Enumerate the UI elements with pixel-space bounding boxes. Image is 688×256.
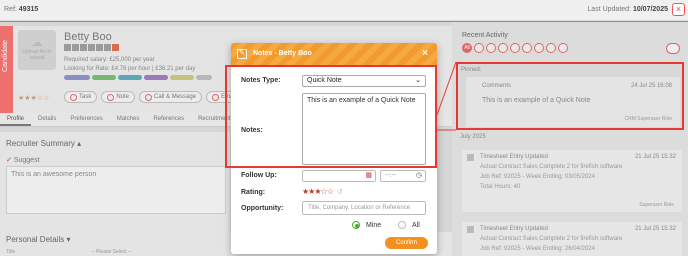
recruiter-summary-title[interactable]: Recruiter Summary ▴ (6, 139, 81, 148)
timesheet-icon (467, 154, 474, 161)
radio-dot (398, 221, 406, 229)
highlight-box (225, 65, 437, 168)
activity-item[interactable]: Timesheet Entry Updated 21 Jul 25 15:32 … (462, 150, 682, 212)
filter-all[interactable]: All (462, 43, 472, 53)
tab-preferences[interactable]: Preferences (63, 113, 109, 126)
note-button[interactable]: Note (101, 91, 136, 103)
activity-item[interactable]: Timesheet Entry Updated 21 Jul 25 15:32 … (462, 222, 682, 256)
social-icons (64, 44, 119, 51)
close-icon[interactable]: × (672, 3, 685, 16)
follow-up-time[interactable]: --:-- ◷ (380, 170, 426, 182)
tab-details[interactable]: Details (31, 113, 63, 126)
candidate-side-tab[interactable]: Candidate (0, 26, 13, 114)
recent-activity-title: Recent Activity (462, 32, 508, 39)
note-icon (107, 93, 115, 101)
suggest-button[interactable]: ✓ Suggest (6, 156, 40, 164)
history-icon[interactable]: ↺ (337, 189, 343, 196)
call-button[interactable]: Call & Message (139, 91, 203, 103)
personal-details-title[interactable]: Personal Details ▾ (6, 235, 71, 244)
tag-pills (64, 75, 212, 80)
reference: Ref: 49315 (4, 6, 39, 13)
tab-matches[interactable]: Matches (110, 113, 147, 126)
filter-document-icon[interactable] (534, 43, 544, 53)
pinned-note-type: Comments (482, 83, 512, 89)
phone-icon (145, 93, 153, 101)
tab-references[interactable]: References (146, 113, 191, 126)
follow-up-label: Follow Up: (241, 172, 277, 179)
opportunity-input[interactable]: Title, Company, Location or Reference (302, 201, 426, 215)
follow-up-date[interactable]: ▦ (302, 170, 376, 182)
candidate-rating: ★★★☆☆ (18, 95, 50, 102)
pinned-label: Pinned: (461, 67, 482, 73)
email-icon (212, 93, 220, 101)
task-icon (70, 93, 77, 101)
opportunity-label: Opportunity: (241, 205, 284, 212)
upload-photo[interactable]: ☁ Upload file to upload (18, 30, 56, 70)
rating-label: Rating: (241, 189, 266, 196)
month-label: July 2025 (460, 134, 486, 140)
required-salary: Required salary: £25,000 per year (64, 57, 155, 63)
pinned-note-user: CRM Superuser Role (624, 116, 672, 122)
filter-sms-icon[interactable] (522, 43, 532, 53)
close-icon[interactable]: × (422, 48, 428, 59)
activity-filters: All (462, 43, 568, 53)
last-updated: Last Updated: 10/07/2025 (587, 6, 668, 13)
clock-icon: ◷ (415, 172, 422, 179)
summary-text[interactable]: This is an awesome person (6, 166, 226, 214)
task-button[interactable]: Task (64, 91, 98, 103)
radio-mine[interactable]: Mine (352, 221, 381, 229)
top-bar: Ref: 49315 Last Updated: 10/07/2025 × (0, 0, 688, 21)
pinned-note-body: This is an example of a Quick Note (482, 97, 591, 104)
radio-dot (352, 221, 360, 229)
recent-activity-panel (452, 22, 688, 256)
filter-comment-icon[interactable] (486, 43, 496, 53)
calendar-icon: ▦ (365, 172, 372, 179)
radio-all[interactable]: All (398, 221, 420, 229)
pinned-note-date: 24 Jul 25 16:08 (630, 83, 672, 89)
looking-rate: Looking for Rate: £4.78 per hour | £36.2… (64, 66, 196, 72)
modal-title: Notes - Betty Boo (253, 50, 312, 57)
filter-phone-icon[interactable] (498, 43, 508, 53)
cloud-upload-icon: ☁ (31, 37, 43, 49)
filter-list-icon[interactable] (474, 43, 484, 53)
pinned-section: Pinned: Comments 24 Jul 25 16:08 This is… (456, 62, 684, 130)
action-row: Task Note Call & Message Email (64, 91, 243, 103)
rating-stars[interactable]: ★★★☆☆ ↺ (302, 187, 343, 196)
filter-calendar-icon[interactable] (558, 43, 568, 53)
tab-profile[interactable]: Profile (0, 113, 32, 126)
confirm-button[interactable]: Confirm (385, 237, 428, 249)
candidate-name: Betty Boo (64, 31, 112, 43)
pencil-icon: ✓ (6, 157, 12, 164)
modal-header: ✎ Notes - Betty Boo × (231, 43, 437, 65)
filter-email-icon[interactable] (510, 43, 520, 53)
note-icon: ✎ (237, 49, 247, 59)
funnel-icon[interactable] (666, 43, 680, 54)
timesheet-icon (467, 226, 474, 233)
filter-delete-icon[interactable] (546, 43, 556, 53)
pinned-note-card[interactable]: Comments 24 Jul 25 16:08 This is an exam… (466, 77, 680, 127)
